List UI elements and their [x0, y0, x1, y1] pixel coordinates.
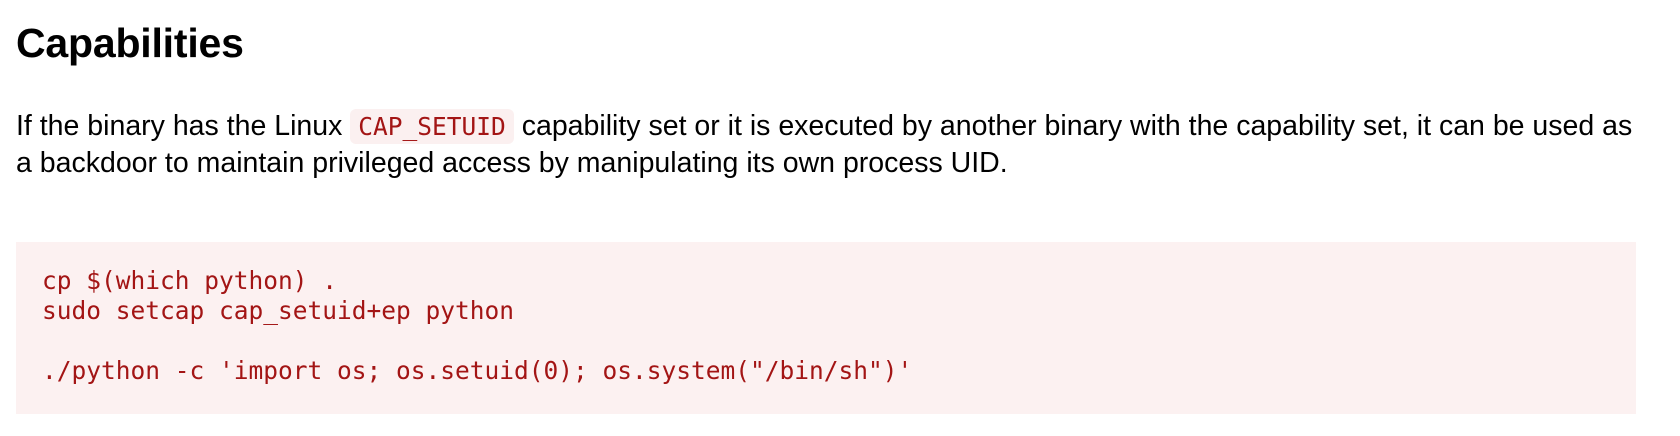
section-title: Capabilities — [16, 20, 244, 66]
inline-code-cap-setuid: CAP_SETUID — [350, 109, 514, 144]
code-line[interactable]: sudo setcap cap_setuid+ep python — [42, 296, 1610, 326]
description-text-start: If the binary has the Linux — [16, 110, 351, 142]
code-line[interactable]: ./python -c 'import os; os.setuid(0); os… — [42, 356, 1610, 386]
section-description: If the binary has the Linux CAP_SETUID c… — [16, 108, 1636, 182]
code-block[interactable]: cp $(which python) . sudo setcap cap_set… — [16, 242, 1636, 414]
code-line[interactable]: cp $(which python) . — [42, 266, 1610, 296]
